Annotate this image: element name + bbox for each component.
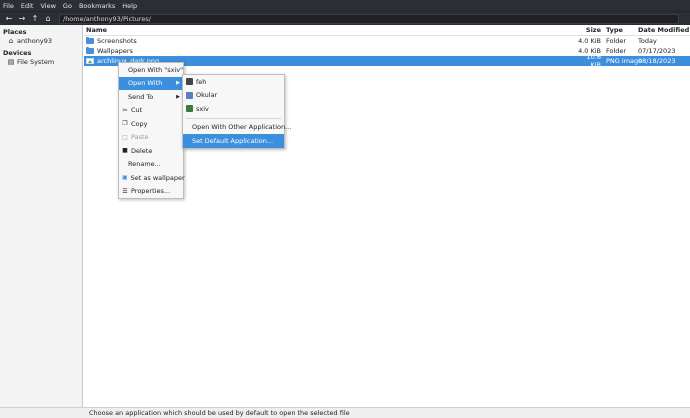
menu-item-properties[interactable]: ☰ Properties...	[119, 185, 183, 199]
submenu-item-okular[interactable]: Okular	[183, 89, 284, 103]
file-type: PNG image	[606, 57, 643, 65]
open-with-submenu: feh Okular sxiv Open With Other Applicat…	[182, 74, 291, 149]
places-heading: Places	[3, 28, 27, 36]
menu-view[interactable]: View	[40, 2, 55, 10]
status-text: Choose an application which should be us…	[89, 409, 350, 417]
menu-item-send-to[interactable]: Send To ▶	[119, 90, 183, 104]
menu-item-cut[interactable]: ✂ Cut	[119, 104, 183, 118]
folder-icon	[86, 47, 94, 54]
chevron-right-icon: ▶	[176, 80, 180, 87]
arrow-up-icon[interactable]: ↑	[29, 13, 41, 25]
file-row[interactable]: Screenshots 4.0 KiB Folder Today	[84, 36, 690, 46]
column-header-size[interactable]: Size	[578, 26, 604, 34]
sidebar-item-home[interactable]: ⌂ anthony93	[0, 36, 82, 46]
file-size: 4.0 KiB	[578, 37, 601, 45]
feh-app-icon	[186, 78, 193, 86]
scissors-icon: ✂	[122, 106, 128, 114]
menu-help[interactable]: Help	[122, 2, 137, 10]
menu-item-delete[interactable]: ■ Delete	[119, 144, 183, 158]
menu-item-paste: □ Paste	[122, 133, 149, 142]
file-type: Folder	[606, 47, 627, 55]
column-header-date[interactable]: Date Modified	[636, 26, 690, 34]
folder-icon	[86, 37, 94, 44]
file-date: 07/17/2023	[638, 47, 676, 55]
menubar: File Edit View Go Bookmarks Help	[0, 0, 690, 11]
column-header-name[interactable]: Name	[84, 26, 578, 34]
context-menu: Open With "sxiv" Open With ▶ Send To ▶ ✂ Cu…	[118, 62, 185, 199]
properties-icon: ☰	[122, 187, 128, 195]
file-name: Screenshots	[97, 37, 137, 45]
file-date: Today	[638, 37, 657, 45]
sidebar-item-label: anthony93	[17, 37, 52, 45]
submenu-item-feh[interactable]: feh	[183, 75, 284, 89]
toolbar: ← → ↑ ⌂ /home/anthony93/Pictures/	[0, 11, 690, 25]
menu-item-rename[interactable]: Rename...	[119, 158, 183, 172]
column-header-row: Name Size Type Date Modified	[84, 25, 690, 36]
menu-item-open-with[interactable]: Open With ▶	[119, 76, 183, 90]
chevron-right-icon: ▶	[176, 93, 180, 100]
submenu-item-sxiv[interactable]: sxiv	[183, 102, 284, 116]
paste-icon: □	[122, 133, 128, 141]
devices-heading: Devices	[3, 49, 32, 57]
drive-icon: ▤	[7, 58, 15, 66]
sidebar: Places ⌂ anthony93 Devices ▤ File System	[0, 25, 83, 407]
menu-bookmarks[interactable]: Bookmarks	[79, 2, 115, 10]
copy-icon: ❐	[122, 120, 128, 128]
menu-file[interactable]: File	[3, 2, 14, 10]
trash-icon: ■	[122, 147, 128, 155]
path-input[interactable]: /home/anthony93/Pictures/	[59, 13, 679, 24]
arrow-left-icon[interactable]: ←	[3, 13, 15, 25]
menu-separator	[186, 117, 281, 119]
sidebar-item-filesystem[interactable]: ▤ File System	[0, 57, 82, 67]
submenu-item-set-default[interactable]: Set Default Application...	[183, 134, 284, 148]
image-icon	[86, 58, 94, 64]
wallpaper-icon: ▣	[122, 174, 128, 182]
arrow-right-icon[interactable]: →	[16, 13, 28, 25]
home-icon[interactable]: ⌂	[42, 13, 54, 25]
file-date: 08/18/2023	[638, 57, 676, 65]
status-bar: Choose an application which should be us…	[0, 407, 690, 418]
menu-item-open-with-default[interactable]: Open With "sxiv"	[119, 63, 183, 77]
column-header-type[interactable]: Type	[604, 26, 636, 34]
file-size: 10.6 KiB	[586, 53, 601, 69]
menu-edit[interactable]: Edit	[21, 2, 34, 10]
submenu-item-other-application[interactable]: Open With Other Application...	[183, 121, 291, 135]
menu-item-copy[interactable]: ❐ Copy	[119, 117, 183, 131]
menu-go[interactable]: Go	[63, 2, 72, 10]
okular-app-icon	[186, 91, 193, 99]
menu-item-set-wallpaper[interactable]: ▣ Set as wallpaper	[119, 171, 185, 185]
sxiv-app-icon	[186, 105, 193, 113]
file-name: Wallpapers	[97, 47, 133, 55]
home-icon: ⌂	[8, 37, 14, 45]
file-type: Folder	[606, 37, 627, 45]
sidebar-item-label: File System	[17, 58, 55, 66]
